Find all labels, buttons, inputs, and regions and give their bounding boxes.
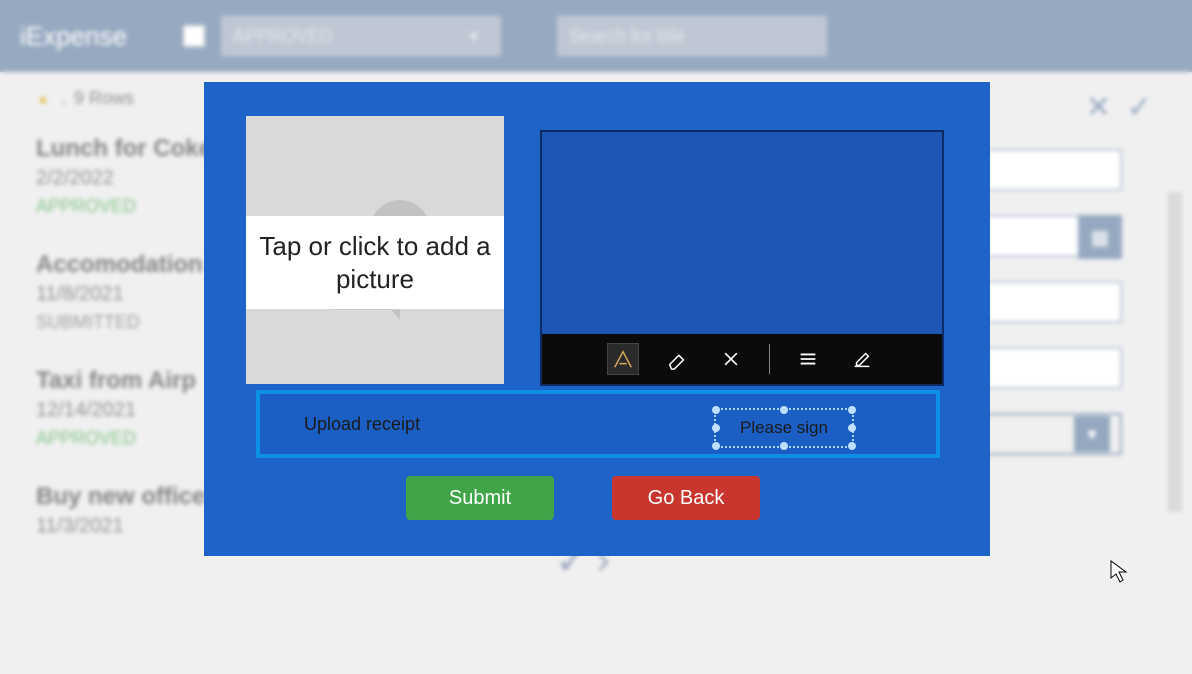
modal-button-row: Submit Go Back bbox=[406, 476, 760, 520]
go-back-button[interactable]: Go Back bbox=[612, 476, 760, 520]
eraser-tool-icon[interactable] bbox=[661, 343, 693, 375]
toolbar-divider bbox=[769, 344, 770, 374]
label-selection-bar: Upload receipt Please sign bbox=[256, 390, 940, 458]
lines-icon[interactable] bbox=[792, 343, 824, 375]
please-sign-label-selected[interactable]: Please sign bbox=[714, 408, 854, 448]
edit-icon[interactable] bbox=[846, 343, 878, 375]
upload-prompt-text: Tap or click to add a picture bbox=[246, 216, 504, 309]
pen-tool-icon[interactable] bbox=[607, 343, 639, 375]
signature-canvas[interactable] bbox=[540, 130, 944, 386]
upload-picture-frame[interactable]: Tap or click to add a picture bbox=[246, 116, 504, 384]
upload-receipt-label: Upload receipt bbox=[304, 414, 420, 435]
please-sign-text: Please sign bbox=[740, 418, 828, 438]
clear-icon[interactable] bbox=[715, 343, 747, 375]
signature-toolbar bbox=[542, 334, 942, 384]
upload-sign-modal: Tap or click to add a picture Upload rec… bbox=[204, 82, 990, 556]
submit-button[interactable]: Submit bbox=[406, 476, 554, 520]
